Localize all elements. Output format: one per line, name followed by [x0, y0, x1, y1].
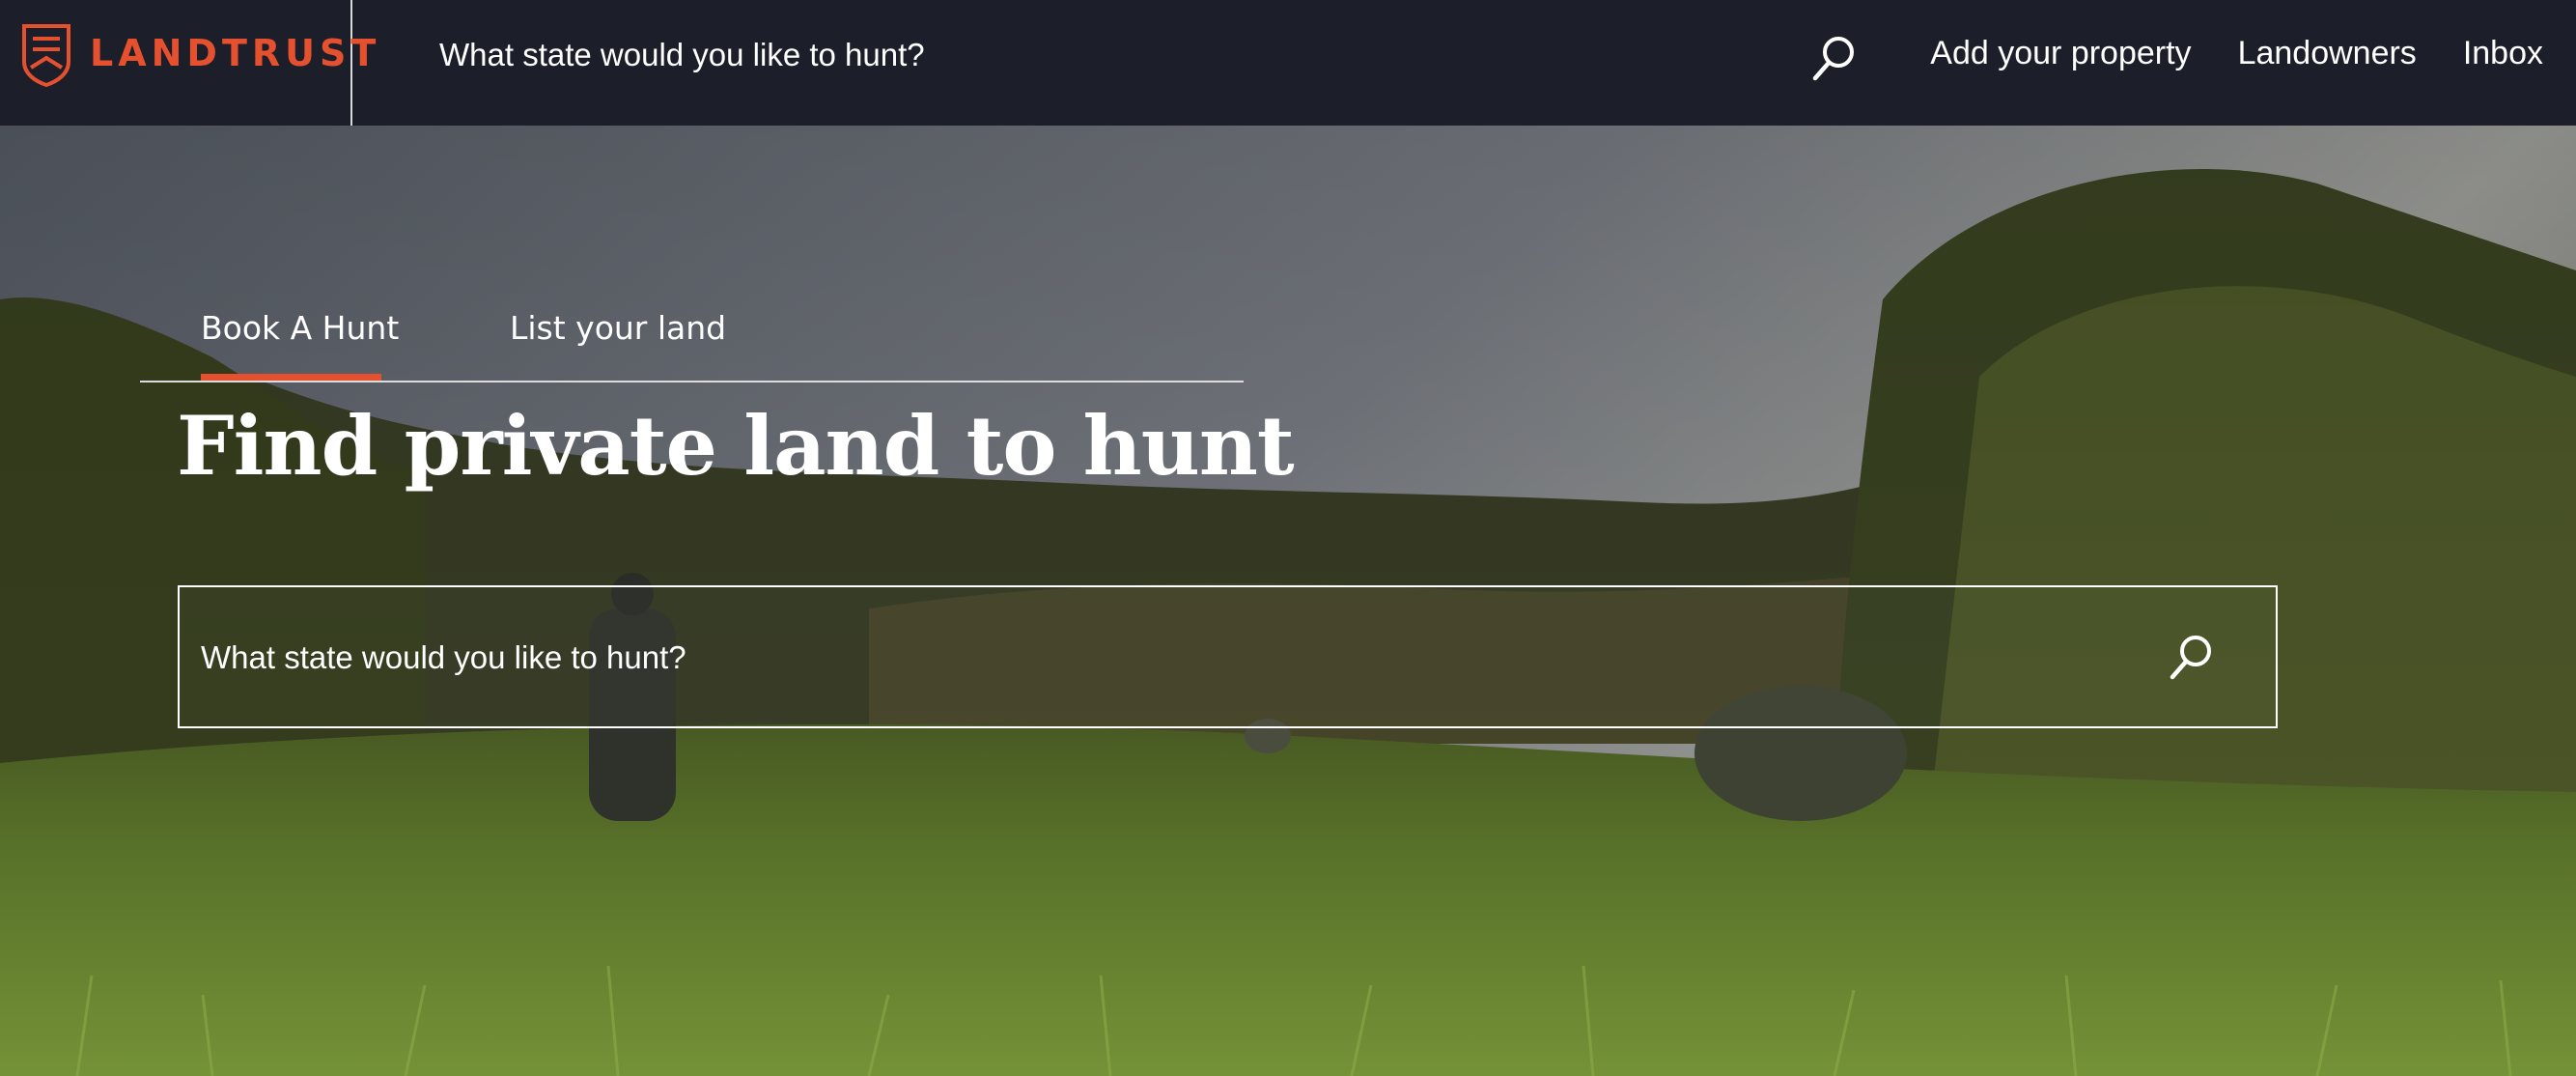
- brand-logo[interactable]: LANDTRUST: [0, 0, 376, 126]
- nav-links: Add your property Landowners Inbox: [1930, 35, 2543, 72]
- tabs-divider: [140, 381, 1244, 382]
- nav-link-add-property[interactable]: Add your property: [1930, 35, 2191, 72]
- nav-link-inbox[interactable]: Inbox: [2463, 35, 2543, 72]
- active-tab-indicator: [201, 374, 381, 381]
- tab-book-a-hunt[interactable]: Book A Hunt: [201, 309, 399, 347]
- tab-list-your-land[interactable]: List your land: [510, 309, 726, 347]
- hero-search-input[interactable]: What state would you like to hunt?: [201, 639, 686, 676]
- hero-section: Book A Hunt List your land Find private …: [0, 126, 2576, 1076]
- hero-search-box[interactable]: What state would you like to hunt?: [178, 585, 2278, 728]
- hero-title: Find private land to hunt: [177, 398, 1295, 494]
- top-navigation: LANDTRUST What state would you like to h…: [0, 0, 2576, 126]
- hero-tabs: Book A Hunt List your land: [140, 309, 1244, 382]
- brand-name: LANDTRUST: [90, 32, 381, 74]
- shield-logo-icon: [22, 24, 70, 87]
- search-icon[interactable]: [2169, 634, 2213, 682]
- search-icon[interactable]: [1811, 35, 1856, 83]
- nav-search-input[interactable]: What state would you like to hunt?: [439, 37, 925, 73]
- nav-link-landowners[interactable]: Landowners: [2238, 35, 2417, 72]
